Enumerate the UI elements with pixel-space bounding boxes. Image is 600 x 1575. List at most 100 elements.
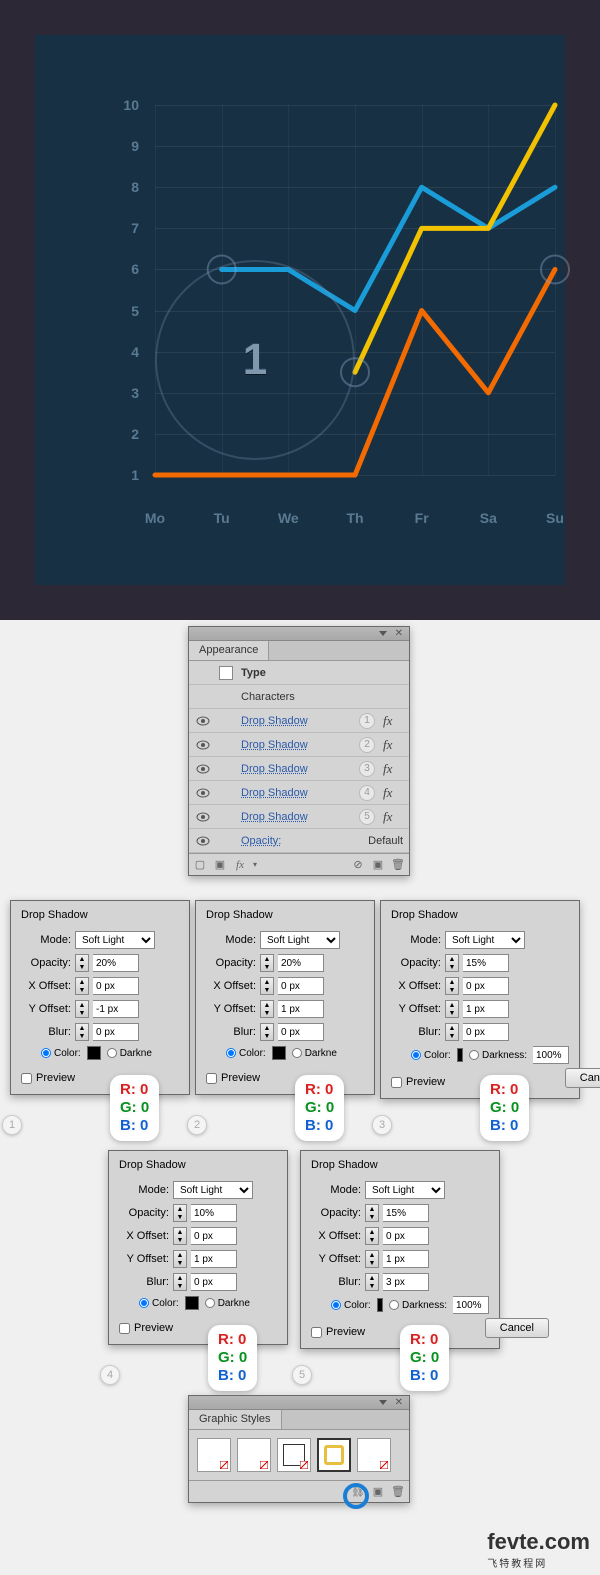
appearance-opacity-row[interactable]: Opacity: Default: [189, 829, 409, 853]
yoffset-input[interactable]: [93, 1000, 139, 1018]
preview-checkbox[interactable]: [21, 1073, 32, 1084]
cancel-button[interactable]: Cancel: [565, 1068, 600, 1088]
darkness-input[interactable]: [533, 1046, 569, 1064]
close-icon[interactable]: ✕: [395, 628, 403, 639]
menu-icon[interactable]: [379, 1400, 387, 1405]
mode-select[interactable]: Soft Light: [260, 931, 340, 949]
color-swatch[interactable]: [87, 1046, 101, 1060]
cancel-button[interactable]: Cancel: [485, 1318, 549, 1338]
stepper[interactable]: ▲▼: [173, 1227, 187, 1245]
stepper[interactable]: ▲▼: [445, 1000, 459, 1018]
blur-input[interactable]: [278, 1023, 324, 1041]
darkness-radio[interactable]: [389, 1300, 399, 1310]
preview-checkbox[interactable]: [311, 1327, 322, 1338]
close-icon[interactable]: ✕: [395, 1397, 403, 1408]
appearance-effect-row[interactable]: Drop Shadow3fx: [189, 757, 409, 781]
xoffset-input[interactable]: [463, 977, 509, 995]
footer-no-icon[interactable]: ⊘: [351, 858, 365, 872]
darkness-radio[interactable]: [107, 1048, 117, 1058]
style-swatch[interactable]: [357, 1438, 391, 1472]
color-radio[interactable]: [331, 1300, 341, 1310]
yoffset-input[interactable]: [191, 1250, 237, 1268]
stepper[interactable]: ▲▼: [445, 977, 459, 995]
appearance-effect-row[interactable]: Drop Shadow5fx: [189, 805, 409, 829]
color-radio[interactable]: [411, 1050, 421, 1060]
visibility-icon[interactable]: [195, 713, 211, 729]
stepper[interactable]: ▲▼: [173, 1273, 187, 1291]
appearance-effect-row[interactable]: Drop Shadow4fx: [189, 781, 409, 805]
tab-appearance[interactable]: Appearance: [189, 641, 269, 660]
panel-titlebar[interactable]: ✕: [189, 627, 409, 641]
yoffset-input[interactable]: [463, 1000, 509, 1018]
stepper[interactable]: ▲▼: [365, 1273, 379, 1291]
fx-icon[interactable]: fx: [383, 761, 403, 777]
fx-icon[interactable]: fx: [383, 737, 403, 753]
style-swatch[interactable]: [197, 1438, 231, 1472]
mode-select[interactable]: Soft Light: [173, 1181, 253, 1199]
color-radio[interactable]: [139, 1298, 149, 1308]
yoffset-input[interactable]: [383, 1250, 429, 1268]
style-swatch-selected[interactable]: [317, 1438, 351, 1472]
stepper[interactable]: ▲▼: [365, 1204, 379, 1222]
footer-new-icon[interactable]: ▣: [371, 1485, 385, 1499]
appearance-type-row[interactable]: Type: [189, 661, 409, 685]
darkness-radio[interactable]: [292, 1048, 302, 1058]
stepper[interactable]: ▲▼: [75, 977, 89, 995]
preview-checkbox[interactable]: [206, 1073, 217, 1084]
mode-select[interactable]: Soft Light: [445, 931, 525, 949]
footer-fx-icon[interactable]: fx: [233, 858, 247, 872]
opacity-input[interactable]: [191, 1204, 237, 1222]
blur-input[interactable]: [383, 1273, 429, 1291]
visibility-icon[interactable]: [195, 833, 211, 849]
opacity-input[interactable]: [463, 954, 509, 972]
stepper[interactable]: ▲▼: [260, 1000, 274, 1018]
fx-icon[interactable]: fx: [383, 785, 403, 801]
xoffset-input[interactable]: [383, 1227, 429, 1245]
color-radio[interactable]: [226, 1048, 236, 1058]
stepper[interactable]: ▲▼: [75, 1023, 89, 1041]
footer-dup-icon[interactable]: ▣: [371, 858, 385, 872]
stepper[interactable]: ▲▼: [260, 1023, 274, 1041]
stepper[interactable]: ▲▼: [445, 1023, 459, 1041]
stepper[interactable]: ▲▼: [173, 1250, 187, 1268]
color-swatch[interactable]: [185, 1296, 199, 1310]
stepper[interactable]: ▲▼: [445, 954, 459, 972]
panel-titlebar[interactable]: ✕: [189, 1396, 409, 1410]
appearance-effect-row[interactable]: Drop Shadow2fx: [189, 733, 409, 757]
color-swatch[interactable]: [457, 1048, 463, 1062]
preview-checkbox[interactable]: [391, 1077, 402, 1088]
visibility-icon[interactable]: [195, 737, 211, 753]
darkness-radio[interactable]: [469, 1050, 479, 1060]
blur-input[interactable]: [93, 1023, 139, 1041]
darkness-radio[interactable]: [205, 1298, 215, 1308]
yoffset-input[interactable]: [278, 1000, 324, 1018]
stepper[interactable]: ▲▼: [75, 954, 89, 972]
fx-icon[interactable]: fx: [383, 713, 403, 729]
visibility-icon[interactable]: [195, 761, 211, 777]
color-swatch[interactable]: [377, 1298, 383, 1312]
stepper[interactable]: ▲▼: [260, 954, 274, 972]
menu-icon[interactable]: [379, 631, 387, 636]
xoffset-input[interactable]: [278, 977, 324, 995]
blur-input[interactable]: [463, 1023, 509, 1041]
stepper[interactable]: ▲▼: [365, 1250, 379, 1268]
color-radio[interactable]: [41, 1048, 51, 1058]
blur-input[interactable]: [191, 1273, 237, 1291]
darkness-input[interactable]: [453, 1296, 489, 1314]
color-swatch[interactable]: [272, 1046, 286, 1060]
appearance-effect-row[interactable]: Drop Shadow1fx: [189, 709, 409, 733]
visibility-icon[interactable]: [195, 809, 211, 825]
style-swatch[interactable]: [277, 1438, 311, 1472]
style-swatch[interactable]: [237, 1438, 271, 1472]
opacity-input[interactable]: [278, 954, 324, 972]
fx-icon[interactable]: fx: [383, 809, 403, 825]
tab-graphic-styles[interactable]: Graphic Styles: [189, 1410, 282, 1429]
footer-trash-icon[interactable]: 🗑: [391, 858, 405, 872]
visibility-icon[interactable]: [195, 785, 211, 801]
footer-trash-icon[interactable]: 🗑: [391, 1485, 405, 1499]
footer-new-icon[interactable]: ▢: [193, 858, 207, 872]
stepper[interactable]: ▲▼: [365, 1227, 379, 1245]
appearance-chars-row[interactable]: Characters: [189, 685, 409, 709]
opacity-input[interactable]: [93, 954, 139, 972]
stepper[interactable]: ▲▼: [173, 1204, 187, 1222]
